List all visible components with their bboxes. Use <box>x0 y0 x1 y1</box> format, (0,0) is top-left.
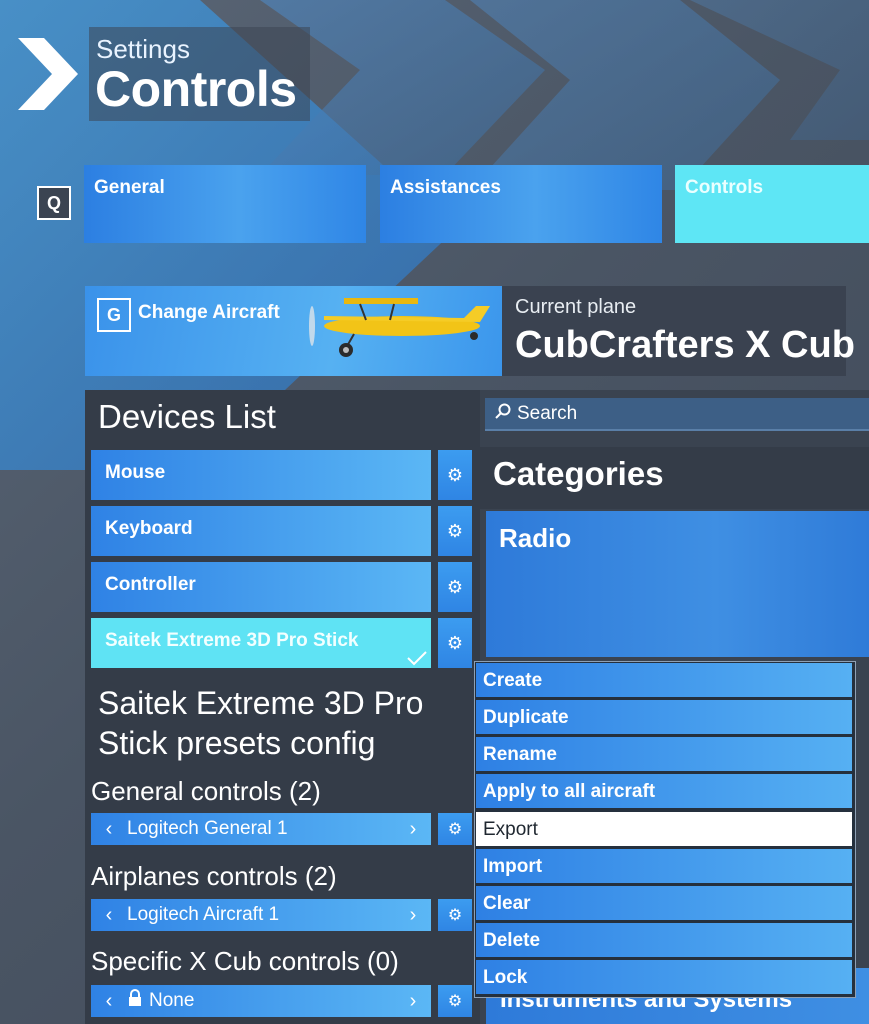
tab-prev-key-hint[interactable]: Q <box>37 186 71 220</box>
search-placeholder: Search <box>517 402 578 424</box>
gear-icon: ⚙ <box>447 821 463 838</box>
gear-icon: ⚙ <box>446 632 464 653</box>
menu-item-clear[interactable]: Clear <box>476 886 852 920</box>
menu-item-export[interactable]: Export <box>476 812 852 846</box>
search-input[interactable]: Search <box>485 398 869 431</box>
page-title: Controls <box>95 61 297 117</box>
gear-icon: ⚙ <box>447 993 463 1010</box>
current-plane-label: Current plane <box>515 296 637 318</box>
general-controls-label: General controls (2) <box>91 776 321 806</box>
gear-icon: ⚙ <box>446 576 464 597</box>
tab-controls[interactable]: Controls <box>675 165 869 243</box>
airplane-image <box>304 292 494 362</box>
general-controls-selector[interactable]: ‹ Logitech General 1 › <box>91 813 431 845</box>
menu-item-import[interactable]: Import <box>476 849 852 883</box>
search-icon <box>495 403 511 425</box>
lock-icon <box>127 989 149 1013</box>
device-item-mouse[interactable]: Mouse <box>91 450 431 500</box>
airplanes-controls-settings-button[interactable]: ⚙ <box>438 899 472 931</box>
change-aircraft-label: Change Aircraft <box>138 302 280 323</box>
device-controller-settings-button[interactable]: ⚙ <box>438 562 472 612</box>
chevron-right-icon[interactable]: › <box>395 818 431 841</box>
general-controls-value: Logitech General 1 <box>127 818 288 839</box>
current-plane-name: CubCrafters X Cub <box>515 324 855 366</box>
device-item-keyboard[interactable]: Keyboard <box>91 506 431 556</box>
chevron-right-icon[interactable]: › <box>395 904 431 927</box>
menu-item-lock[interactable]: Lock <box>476 960 852 994</box>
device-mouse-settings-button[interactable]: ⚙ <box>438 450 472 500</box>
gear-icon: ⚙ <box>447 907 463 924</box>
chevron-right-icon[interactable]: › <box>395 990 431 1013</box>
menu-item-create[interactable]: Create <box>476 663 852 697</box>
category-radio-label: Radio <box>499 523 572 553</box>
specific-controls-settings-button[interactable]: ⚙ <box>438 985 472 1017</box>
device-item-saitek[interactable]: Saitek Extreme 3D Pro Stick <box>91 618 431 668</box>
gear-icon: ⚙ <box>446 520 464 541</box>
preset-title-line1: Saitek Extreme 3D Pro <box>98 685 424 721</box>
chevron-left-icon[interactable]: ‹ <box>91 904 127 927</box>
devices-list-title: Devices List <box>98 398 276 435</box>
preset-config-title: Saitek Extreme 3D Pro Stick presets conf… <box>98 683 423 763</box>
back-arrow-icon[interactable] <box>14 36 80 112</box>
specific-controls-selector[interactable]: ‹ None › <box>91 985 431 1017</box>
menu-item-duplicate[interactable]: Duplicate <box>476 700 852 734</box>
device-item-controller[interactable]: Controller <box>91 562 431 612</box>
airplanes-controls-label: Airplanes controls (2) <box>91 861 337 891</box>
menu-item-delete[interactable]: Delete <box>476 923 852 957</box>
menu-item-rename[interactable]: Rename <box>476 737 852 771</box>
device-keyboard-settings-button[interactable]: ⚙ <box>438 506 472 556</box>
categories-title: Categories <box>493 455 664 492</box>
checkmark-icon <box>404 648 430 668</box>
chevron-left-icon[interactable]: ‹ <box>91 990 127 1013</box>
chevron-left-icon[interactable]: ‹ <box>91 818 127 841</box>
specific-controls-value: None <box>149 990 195 1011</box>
tab-assistances[interactable]: Assistances <box>380 165 662 243</box>
change-aircraft-key-hint: G <box>97 298 131 332</box>
airplanes-controls-value: Logitech Aircraft 1 <box>127 904 280 925</box>
specific-controls-label: Specific X Cub controls (0) <box>91 946 399 976</box>
menu-item-apply-all[interactable]: Apply to all aircraft <box>476 774 852 808</box>
preset-title-line2: Stick presets config <box>98 725 376 761</box>
airplanes-controls-selector[interactable]: ‹ Logitech Aircraft 1 › <box>91 899 431 931</box>
device-saitek-settings-button[interactable]: ⚙ <box>438 618 472 668</box>
gear-icon: ⚙ <box>446 464 464 485</box>
general-controls-settings-button[interactable]: ⚙ <box>438 813 472 845</box>
tab-general[interactable]: General <box>84 165 366 243</box>
